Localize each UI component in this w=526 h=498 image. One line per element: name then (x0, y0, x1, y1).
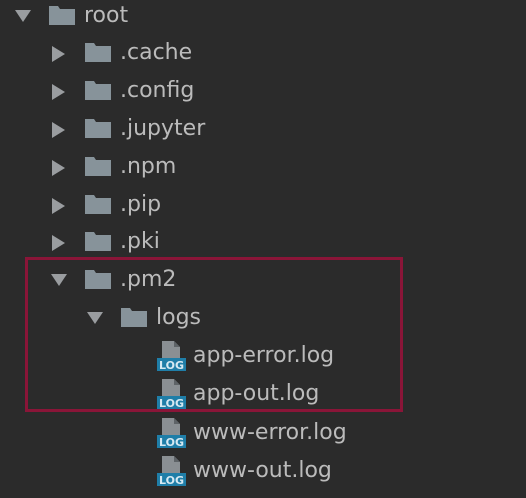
folder-icon (84, 34, 112, 72)
triangle-down-icon[interactable] (48, 261, 68, 299)
triangle-right-icon[interactable] (48, 72, 68, 110)
triangle-down-icon[interactable] (12, 0, 32, 35)
folder-icon (120, 299, 148, 337)
tree-item-label: .pip (120, 192, 162, 217)
project-tree: root .cache .config .jupyter .npm .pip .… (0, 0, 526, 498)
svg-text:LOG: LOG (159, 436, 184, 449)
tree-item-www-error-log[interactable]: LOG www-error.log (0, 414, 526, 452)
tree-item-label: .pm2 (120, 267, 177, 292)
tree-item-label: .cache (120, 40, 193, 65)
tree-item-jupyter[interactable]: .jupyter (0, 110, 526, 148)
triangle-right-icon[interactable] (48, 34, 68, 72)
svg-text:LOG: LOG (159, 474, 184, 487)
folder-icon (84, 186, 112, 224)
tree-item-label: app-out.log (193, 381, 320, 406)
log-file-icon: LOG (156, 375, 188, 413)
tree-item-www-out-log[interactable]: LOG www-out.log (0, 452, 526, 490)
tree-item-label: app-error.log (193, 343, 335, 368)
triangle-right-icon[interactable] (48, 110, 68, 148)
tree-item-label: www-error.log (193, 420, 347, 445)
folder-icon (84, 223, 112, 261)
svg-text:LOG: LOG (159, 359, 184, 372)
tree-item-label: root (84, 3, 129, 28)
tree-item-npm[interactable]: .npm (0, 148, 526, 186)
log-file-icon: LOG (156, 452, 188, 490)
tree-item-label: logs (156, 305, 201, 330)
tree-item-cache[interactable]: .cache (0, 34, 526, 72)
tree-item-app-error-log[interactable]: LOG app-error.log (0, 337, 526, 375)
triangle-right-icon[interactable] (48, 186, 68, 224)
folder-icon (84, 148, 112, 186)
log-file-icon: LOG (156, 337, 188, 375)
triangle-right-icon[interactable] (48, 148, 68, 186)
tree-item-logs[interactable]: logs (0, 299, 526, 337)
log-file-icon: LOG (156, 414, 188, 452)
triangle-down-icon[interactable] (84, 299, 104, 337)
tree-item-pm2[interactable]: .pm2 (0, 261, 526, 299)
tree-item-label: .config (120, 78, 195, 103)
tree-item-root[interactable]: root (0, 0, 526, 35)
folder-icon (84, 72, 112, 110)
tree-item-pip[interactable]: .pip (0, 186, 526, 224)
folder-icon (84, 261, 112, 299)
tree-item-label: .jupyter (120, 116, 206, 141)
folder-icon (48, 0, 76, 35)
tree-item-app-out-log[interactable]: LOG app-out.log (0, 375, 526, 413)
folder-icon (84, 110, 112, 148)
tree-item-config[interactable]: .config (0, 72, 526, 110)
svg-text:LOG: LOG (159, 397, 184, 410)
tree-item-label: www-out.log (193, 458, 332, 483)
tree-item-label: .pki (120, 229, 160, 254)
tree-item-label: .npm (120, 154, 177, 179)
tree-item-pki[interactable]: .pki (0, 223, 526, 261)
triangle-right-icon[interactable] (48, 223, 68, 261)
